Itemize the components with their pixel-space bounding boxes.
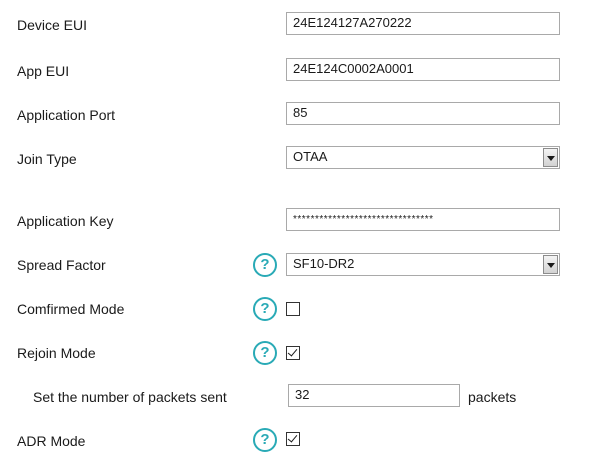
app-eui-input[interactable]: 24E124C0002A0001 <box>286 58 560 81</box>
application-key-label: Application Key <box>17 213 114 229</box>
join-type-selected-value: OTAA <box>293 149 328 164</box>
application-port-input[interactable]: 85 <box>286 102 560 125</box>
confirmed-mode-label: Comfirmed Mode <box>17 301 125 317</box>
spread-factor-selected-value: SF10-DR2 <box>293 256 355 271</box>
join-type-label: Join Type <box>17 151 77 167</box>
question-circle-icon[interactable]: ? <box>253 253 277 277</box>
app-eui-label: App EUI <box>17 63 70 79</box>
join-type-select[interactable]: OTAA <box>286 146 560 169</box>
adr-mode-checkbox[interactable] <box>286 432 300 446</box>
chevron-down-icon[interactable] <box>543 148 558 167</box>
adr-mode-label: ADR Mode <box>17 433 86 449</box>
packets-sent-input[interactable]: 32 <box>288 384 460 407</box>
packets-unit-label: packets <box>468 389 517 405</box>
question-circle-icon[interactable]: ? <box>253 341 277 365</box>
question-circle-icon[interactable]: ? <box>253 297 277 321</box>
device-eui-input[interactable]: 24E124127A270222 <box>286 12 560 35</box>
spread-factor-select[interactable]: SF10-DR2 <box>286 253 560 276</box>
chevron-down-icon[interactable] <box>543 255 558 274</box>
application-port-label: Application Port <box>17 107 116 123</box>
question-circle-icon[interactable]: ? <box>253 428 277 452</box>
application-key-input[interactable]: ******************************** <box>286 208 560 231</box>
packets-sent-label: Set the number of packets sent <box>33 389 227 405</box>
spread-factor-label: Spread Factor <box>17 257 106 273</box>
confirmed-mode-checkbox[interactable] <box>286 302 300 316</box>
device-eui-label: Device EUI <box>17 17 88 33</box>
rejoin-mode-checkbox[interactable] <box>286 346 300 360</box>
rejoin-mode-label: Rejoin Mode <box>17 345 96 361</box>
